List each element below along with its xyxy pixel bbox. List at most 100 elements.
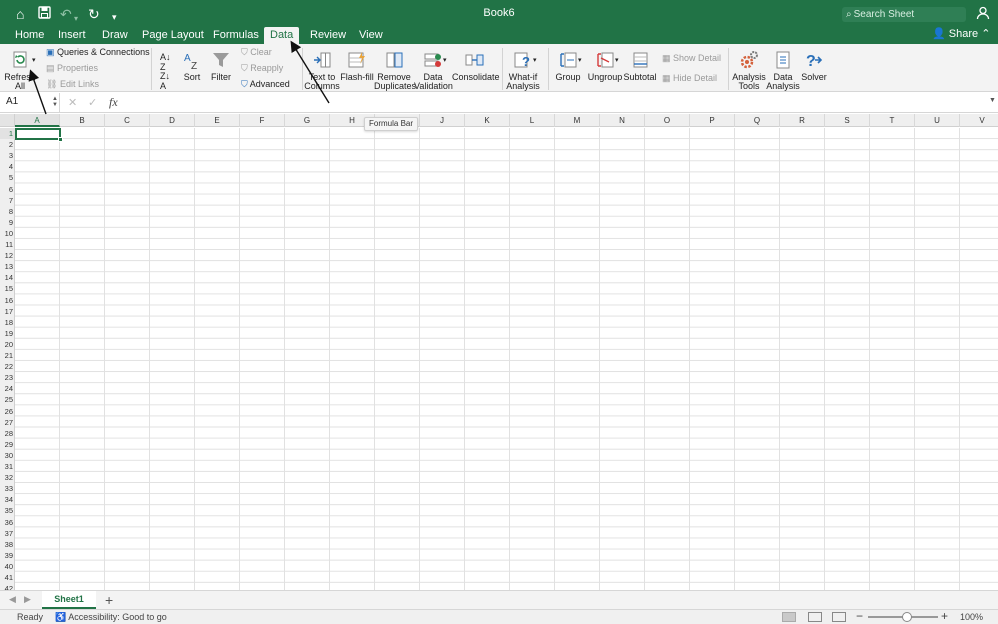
prev-sheet-icon[interactable]: ◀ <box>9 594 16 605</box>
advanced-button[interactable]: ⛉ Advanced <box>241 79 290 90</box>
column-header[interactable]: T <box>870 114 915 127</box>
name-box-dropdown-icon[interactable]: ▲ ▼ <box>52 96 58 108</box>
zoom-level[interactable]: 100% <box>960 610 983 624</box>
active-cell-a1[interactable] <box>15 128 63 142</box>
flash-fill-button[interactable]: Flash-fill <box>340 50 374 82</box>
tab-formulas[interactable]: Formulas <box>213 28 259 43</box>
column-header[interactable]: S <box>825 114 870 127</box>
zoom-slider-knob[interactable] <box>901 612 912 622</box>
save-icon[interactable] <box>38 5 51 23</box>
sort-az-button[interactable]: A↓ Z <box>160 52 171 72</box>
row-header[interactable]: 16 <box>0 295 15 306</box>
queries-connections-button[interactable]: ▣ Queries & Connections <box>46 47 150 58</box>
sort-za-button[interactable]: Z↓ A <box>160 71 170 91</box>
ungroup-dropdown-icon[interactable]: ▾ <box>615 55 619 66</box>
tab-review[interactable]: Review <box>310 28 346 43</box>
text-to-columns-button[interactable]: Text to Columns <box>304 50 340 91</box>
select-all-button[interactable] <box>0 114 15 127</box>
row-header[interactable]: 21 <box>0 350 15 361</box>
column-header[interactable]: Q <box>735 114 780 127</box>
tab-view[interactable]: View <box>359 28 383 43</box>
refresh-dropdown-icon[interactable]: ▾ <box>32 55 36 66</box>
row-header[interactable]: 41 <box>0 572 15 583</box>
row-header[interactable]: 10 <box>0 228 15 239</box>
column-header[interactable]: B <box>60 114 105 127</box>
column-header[interactable]: C <box>105 114 150 127</box>
data-validation-dropdown-icon[interactable]: ▾ <box>443 55 447 66</box>
tab-insert[interactable]: Insert <box>58 28 86 43</box>
home-icon[interactable]: ⌂ <box>16 5 24 23</box>
tab-page-layout[interactable]: Page Layout <box>142 28 204 43</box>
row-header[interactable]: 6 <box>0 184 15 195</box>
page-break-view-icon[interactable] <box>832 612 846 622</box>
row-header[interactable]: 37 <box>0 528 15 539</box>
properties-button[interactable]: ▤ Properties <box>46 63 98 74</box>
column-header[interactable]: D <box>150 114 195 127</box>
row-header[interactable]: 15 <box>0 283 15 294</box>
reapply-button[interactable]: ⛉ Reapply <box>241 63 283 74</box>
fill-handle[interactable] <box>58 137 63 142</box>
undo-icon[interactable]: ↶ <box>60 5 72 23</box>
customize-toolbar-icon[interactable]: ▾ <box>112 8 117 26</box>
row-header[interactable]: 42 <box>0 583 15 590</box>
column-header[interactable]: K <box>465 114 510 127</box>
worksheet-grid[interactable]: ABCDEFGHIJKLMNOPQRSTUV 12345678910111213… <box>0 114 998 590</box>
row-header[interactable]: 36 <box>0 517 15 528</box>
row-header[interactable]: 31 <box>0 461 15 472</box>
row-header[interactable]: 29 <box>0 439 15 450</box>
tab-home[interactable]: Home <box>15 28 44 43</box>
column-header[interactable]: P <box>690 114 735 127</box>
row-header[interactable]: 2 <box>0 139 15 150</box>
sheet-tab-sheet1[interactable]: Sheet1 <box>42 591 96 609</box>
row-header[interactable]: 19 <box>0 328 15 339</box>
column-header[interactable]: G <box>285 114 330 127</box>
page-layout-view-icon[interactable] <box>808 612 822 622</box>
row-header[interactable]: 24 <box>0 383 15 394</box>
row-header[interactable]: 11 <box>0 239 15 250</box>
row-header[interactable]: 35 <box>0 505 15 516</box>
data-analysis-button[interactable]: Data Analysis <box>766 50 800 91</box>
add-sheet-icon[interactable]: + <box>105 592 113 608</box>
row-header[interactable]: 22 <box>0 361 15 372</box>
column-header[interactable]: O <box>645 114 690 127</box>
row-header[interactable]: 8 <box>0 206 15 217</box>
row-header[interactable]: 32 <box>0 472 15 483</box>
analysis-tools-button[interactable]: Analysis Tools <box>731 50 767 91</box>
row-header[interactable]: 3 <box>0 150 15 161</box>
row-header[interactable]: 12 <box>0 250 15 261</box>
column-header[interactable]: F <box>240 114 285 127</box>
row-header[interactable]: 39 <box>0 550 15 561</box>
enter-check-icon[interactable]: ✓ <box>88 96 97 109</box>
normal-view-icon[interactable] <box>782 612 796 622</box>
row-header[interactable]: 38 <box>0 539 15 550</box>
row-header[interactable]: 13 <box>0 261 15 272</box>
row-header[interactable]: 23 <box>0 372 15 383</box>
cancel-icon[interactable]: ✕ <box>68 96 77 109</box>
row-header[interactable]: 1 <box>0 128 15 139</box>
name-box[interactable]: A1 <box>0 93 60 112</box>
row-header[interactable]: 28 <box>0 428 15 439</box>
next-sheet-icon[interactable]: ▶ <box>24 594 31 605</box>
zoom-in-icon[interactable]: + <box>941 609 948 623</box>
show-detail-button[interactable]: ▦ Show Detail <box>662 53 721 64</box>
row-header[interactable]: 5 <box>0 172 15 183</box>
row-header[interactable]: 27 <box>0 417 15 428</box>
column-header[interactable]: N <box>600 114 645 127</box>
column-header[interactable]: L <box>510 114 555 127</box>
zoom-slider[interactable] <box>868 612 938 622</box>
column-header[interactable]: J <box>420 114 465 127</box>
redo-icon[interactable]: ↻ <box>88 5 100 23</box>
account-icon[interactable] <box>976 6 990 24</box>
tab-draw[interactable]: Draw <box>102 28 128 43</box>
row-header[interactable]: 18 <box>0 317 15 328</box>
row-header[interactable]: 25 <box>0 394 15 405</box>
column-header[interactable]: R <box>780 114 825 127</box>
row-header[interactable]: 40 <box>0 561 15 572</box>
formula-input[interactable] <box>126 93 984 112</box>
share-button[interactable]: 👤 Share ⌃ <box>932 27 990 41</box>
subtotal-button[interactable]: Subtotal <box>622 50 658 82</box>
hide-detail-button[interactable]: ▦ Hide Detail <box>662 73 717 84</box>
search-input[interactable]: ⌕ Search Sheet <box>842 7 966 22</box>
column-header[interactable]: M <box>555 114 600 127</box>
row-header[interactable]: 33 <box>0 483 15 494</box>
